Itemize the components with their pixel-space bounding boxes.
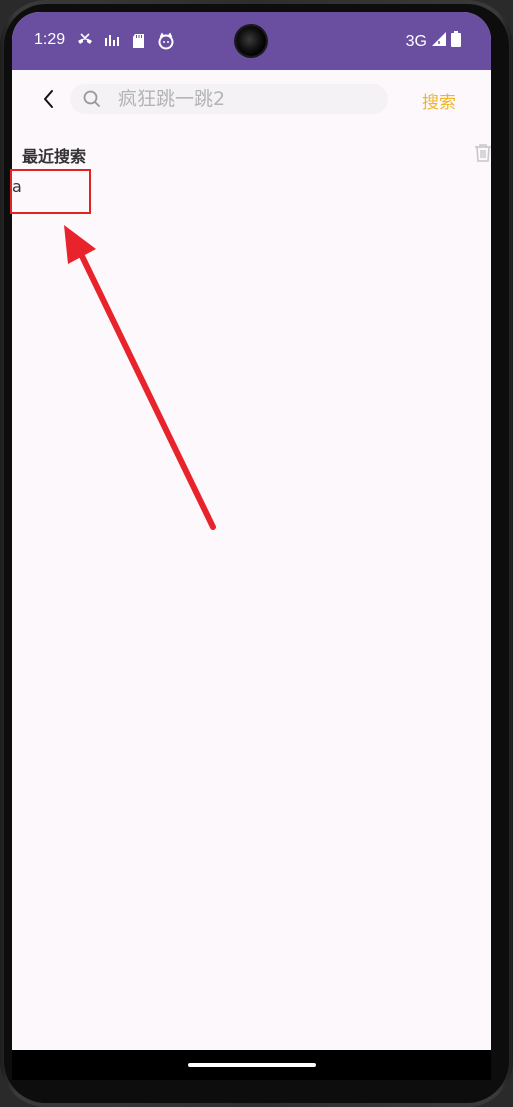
back-button[interactable] <box>38 84 64 114</box>
status-right: 3G <box>406 31 461 52</box>
home-indicator[interactable] <box>188 1063 316 1067</box>
notification-icons <box>76 32 175 50</box>
clear-history-button[interactable] <box>472 142 491 164</box>
search-button[interactable]: 搜索 <box>422 88 456 113</box>
sd-card-icon <box>130 32 148 50</box>
missed-call-icon <box>76 32 94 50</box>
app-screen: 1:29 3G 疯狂跳一跳2 搜索 最近搜索 a <box>12 12 491 1080</box>
navigation-bar <box>12 1050 491 1080</box>
cat-face-icon <box>157 32 175 50</box>
recent-search-item[interactable]: a <box>12 177 22 196</box>
recent-search-title: 最近搜索 <box>22 147 87 166</box>
front-camera <box>236 26 266 56</box>
search-header: 搜索 <box>12 70 491 132</box>
signal-strength-icon <box>103 32 121 50</box>
status-time: 1:29 <box>34 31 66 48</box>
search-box[interactable] <box>70 84 388 114</box>
trash-icon <box>475 144 491 162</box>
battery-icon <box>451 31 461 52</box>
network-type: 3G <box>405 32 427 50</box>
search-input[interactable] <box>118 84 378 114</box>
chevron-left-icon <box>44 90 53 108</box>
search-icon <box>83 90 100 107</box>
status-bar: 1:29 3G <box>12 12 491 70</box>
cell-signal-icon <box>431 31 447 52</box>
